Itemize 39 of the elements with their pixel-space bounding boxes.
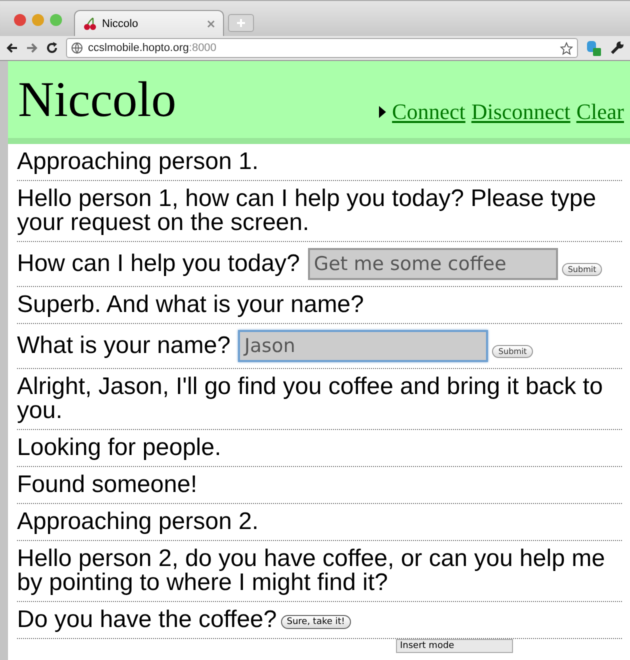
plus-icon <box>237 19 245 27</box>
header-link[interactable]: Disconnect <box>471 99 570 125</box>
header-link[interactable]: Clear <box>576 99 624 125</box>
answer-field[interactable]: Get me some coffee <box>308 248 558 280</box>
page-title: Niccolo <box>18 73 176 125</box>
question-text: Do you have the coffee? <box>17 608 277 632</box>
close-icon[interactable] <box>207 20 215 28</box>
browser-tab[interactable]: Niccolo <box>74 10 224 36</box>
minimize-window-button[interactable] <box>32 14 44 26</box>
address-bar[interactable]: ccslmobile.hopto.org:8000 <box>66 38 578 58</box>
globe-icon <box>71 42 83 54</box>
zoom-window-button[interactable] <box>50 14 62 26</box>
cherry-icon <box>83 16 97 30</box>
question-text: How can I help you today? <box>17 252 300 276</box>
question-text: What is your name? <box>17 334 230 358</box>
wrench-icon[interactable] <box>610 41 624 55</box>
message-text: Hello person 2, do you have coffee, or can you help me by pointing to where I might find it? <box>17 547 606 595</box>
submit-button[interactable]: Submit <box>562 262 602 276</box>
reload-icon[interactable] <box>46 42 58 54</box>
header-link[interactable]: Connect <box>392 99 466 125</box>
message-text: Superb. And what is your name? <box>17 293 364 317</box>
new-tab-button[interactable] <box>228 14 254 32</box>
forward-arrow-icon[interactable] <box>26 42 38 54</box>
triangle-icon <box>379 106 386 118</box>
message-text: Alright, Jason, I'll go find you coffee and bring it back to you. <box>17 375 604 423</box>
url-text: ccslmobile.hopto.org:8000 <box>88 42 218 54</box>
answer-field[interactable]: Jason <box>238 330 488 362</box>
extension-icon[interactable] <box>586 40 602 56</box>
close-window-button[interactable] <box>14 14 26 26</box>
status-box: Insert mode <box>396 639 513 653</box>
answer-button[interactable]: Sure, take it! <box>280 615 351 629</box>
message-text: Approaching person 1. <box>17 150 258 174</box>
submit-button[interactable]: Submit <box>492 344 533 358</box>
message-text: Found someone! <box>17 473 198 497</box>
message-text: Approaching person 2. <box>17 510 258 534</box>
message-text: Looking for people. <box>17 436 222 460</box>
back-arrow-icon[interactable] <box>6 42 18 54</box>
message-text: Hello person 1, how can I help you today? Please type your request on the screen. <box>17 187 598 235</box>
star-icon[interactable] <box>560 42 573 54</box>
